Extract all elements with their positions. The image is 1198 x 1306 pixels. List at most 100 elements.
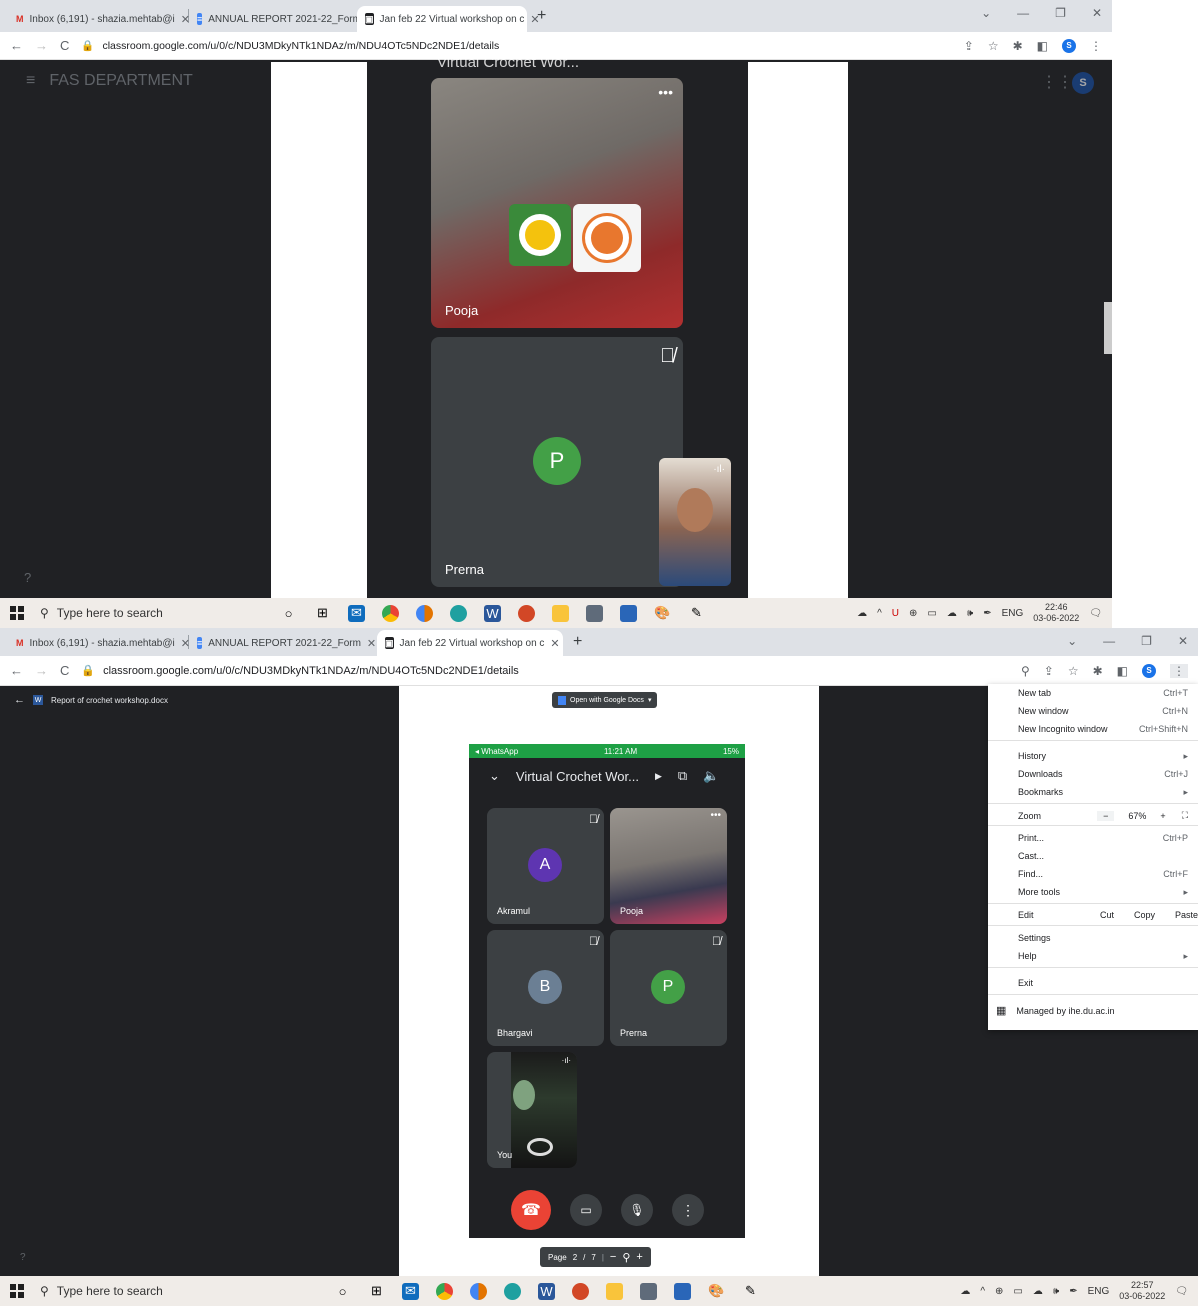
restore-button[interactable]: ❐ [1055, 6, 1066, 20]
close-icon[interactable]: ✕ [367, 637, 376, 650]
powerpoint-icon[interactable] [572, 1282, 589, 1300]
menu-item-exit[interactable]: Exit [1018, 978, 1188, 988]
clock[interactable]: 22:46 03-06-2022 [1033, 602, 1079, 624]
cloud-icon[interactable]: ☁ [1033, 1286, 1043, 1297]
task-view-icon[interactable]: ⊞ [314, 605, 331, 622]
mail-icon[interactable]: ✉ [402, 1282, 419, 1300]
paint-icon[interactable]: 🎨 [708, 1283, 725, 1300]
more-options-icon[interactable]: ••• [710, 810, 721, 821]
pen-icon[interactable]: ✎ [688, 605, 705, 622]
reload-icon[interactable]: C [60, 663, 69, 678]
network-icon[interactable]: ⊕ [995, 1286, 1003, 1297]
participant-tile[interactable]: ••• Pooja [610, 808, 727, 924]
language-indicator[interactable]: ENG [1002, 608, 1024, 619]
end-call-button[interactable]: ☎ [511, 1190, 551, 1230]
address-bar[interactable]: 🔒 classroom.google.com/u/0/c/NDU3MDkyNTk1… [81, 39, 951, 52]
tray-chevron-icon[interactable]: ^ [877, 608, 882, 619]
minimize-button[interactable]: — [1103, 634, 1115, 648]
zoom-out-button[interactable]: − [1097, 810, 1115, 821]
menu-item-new-window[interactable]: New window Ctrl+N [1018, 706, 1188, 716]
page-current[interactable]: 2 [573, 1253, 577, 1262]
copy-button[interactable]: Copy [1134, 910, 1155, 920]
open-with-google-docs-button[interactable]: Open with Google Docs ▾ [552, 692, 658, 708]
star-icon[interactable]: ☆ [1068, 664, 1079, 678]
dropdown-icon[interactable]: ▾ [648, 696, 652, 704]
notifications-icon[interactable]: 🗨 [1175, 1286, 1188, 1297]
chrome-icon[interactable] [382, 604, 399, 622]
word-icon[interactable]: W [484, 604, 501, 622]
speaker-icon[interactable]: 🔈 [703, 768, 719, 784]
microphone-button[interactable]: 🎙 [621, 1194, 653, 1226]
forward-icon[interactable]: → [35, 663, 48, 678]
tab-search-icon[interactable]: ⌄ [981, 6, 991, 20]
meeting-title[interactable]: Virtual Crochet Wor... [516, 769, 639, 784]
menu-item-settings[interactable]: Settings [1018, 933, 1188, 943]
pen-tray-icon[interactable]: ✒ [983, 608, 991, 619]
more-options-button[interactable]: ⋮ [672, 1194, 704, 1226]
edge-icon[interactable] [504, 1282, 521, 1300]
monitor-icon[interactable] [620, 604, 637, 622]
self-view[interactable]: ·ıl· [659, 458, 731, 586]
file-explorer-icon[interactable] [552, 604, 569, 622]
apps-grid-icon[interactable]: ⋮⋮ [1041, 72, 1073, 92]
pen-icon[interactable]: ✎ [742, 1283, 759, 1300]
file-explorer-icon[interactable] [606, 1282, 623, 1300]
paste-button[interactable]: Paste [1175, 910, 1198, 920]
weather-icon[interactable]: ☁ [857, 608, 867, 619]
camera-button[interactable]: ▭ [570, 1194, 602, 1226]
profile-avatar[interactable]: S [1062, 38, 1076, 53]
battery-icon[interactable]: ▭ [927, 608, 936, 619]
taskbar-search[interactable]: ⚲ Type here to search [40, 1284, 260, 1298]
share-icon[interactable]: ⇪ [964, 39, 974, 53]
help-icon[interactable]: ? [24, 570, 31, 585]
chrome-canary-icon[interactable] [470, 1282, 487, 1300]
restore-button[interactable]: ❐ [1141, 634, 1152, 648]
notifications-icon[interactable]: 🗨 [1089, 608, 1102, 619]
volume-icon[interactable]: 🕪 [967, 608, 973, 619]
paint-icon[interactable]: 🎨 [654, 605, 671, 622]
mail-icon[interactable]: ✉ [348, 604, 365, 622]
menu-item-print[interactable]: Print... Ctrl+P [1018, 833, 1188, 843]
zoom-icon[interactable]: ⚲ [1021, 664, 1030, 678]
back-arrow-icon[interactable]: ← [14, 694, 25, 706]
task-view-icon[interactable]: ⊞ [368, 1283, 385, 1300]
self-view-tile[interactable]: ·ıl· You [487, 1052, 577, 1168]
tab-gmail[interactable]: M Inbox (6,191) - shazia.mehtab@i ✕ [8, 6, 190, 32]
account-avatar[interactable]: S [1072, 72, 1094, 94]
reload-icon[interactable]: C [60, 38, 69, 53]
extensions-icon[interactable]: ✱ [1093, 664, 1103, 678]
back-icon[interactable]: ← [10, 663, 23, 678]
zoom-out-icon[interactable]: − [610, 1251, 616, 1263]
monitor-icon[interactable] [674, 1282, 691, 1300]
word-icon[interactable]: W [538, 1282, 555, 1300]
cut-button[interactable]: Cut [1100, 910, 1114, 920]
participant-tile[interactable]: ••• Pooja [431, 78, 683, 328]
menu-item-new-tab[interactable]: New tab Ctrl+T [1018, 688, 1188, 698]
powerpoint-icon[interactable] [518, 604, 535, 622]
calculator-icon[interactable] [586, 604, 603, 622]
participant-tile[interactable]: 🎙̸ P Prerna [431, 337, 683, 587]
sidepanel-icon[interactable]: ◧ [1117, 664, 1128, 678]
cortana-icon[interactable]: ○ [280, 605, 297, 622]
tab-annual-report[interactable]: ≡ ANNUAL REPORT 2021-22_Form ✕ [189, 630, 377, 656]
tab-annual-report[interactable]: ≡ ANNUAL REPORT 2021-22_Form ✕ [189, 6, 376, 32]
menu-item-more-tools[interactable]: More tools ▸ [1018, 887, 1188, 898]
participant-tile[interactable]: 🎙̸ B Bhargavi [487, 930, 604, 1046]
windows-start-icon[interactable] [10, 1284, 24, 1298]
tab-workshop[interactable]: ▣ Jan feb 22 Virtual workshop on c ✕ [357, 6, 540, 32]
edge-icon[interactable] [450, 604, 467, 622]
address-bar[interactable]: 🔒 classroom.google.com/u/0/c/NDU3MDkyNTk1… [81, 664, 1009, 677]
shield-icon[interactable]: U [892, 608, 899, 619]
tab-search-icon[interactable]: ⌄ [1067, 634, 1077, 648]
star-icon[interactable]: ☆ [988, 39, 999, 53]
sidepanel-icon[interactable]: ◧ [1037, 39, 1048, 53]
menu-dots-icon[interactable]: ⋮ [1090, 39, 1102, 53]
close-icon[interactable]: ✕ [530, 13, 539, 26]
new-tab-button[interactable]: + [563, 633, 592, 651]
minimize-button[interactable]: — [1017, 6, 1029, 20]
menu-item-cast[interactable]: Cast... [1018, 851, 1188, 861]
windows-start-icon[interactable] [10, 606, 24, 620]
menu-item-history[interactable]: History ▸ [1018, 751, 1188, 762]
menu-item-bookmarks[interactable]: Bookmarks ▸ [1018, 787, 1188, 798]
more-options-icon[interactable]: ••• [658, 84, 673, 100]
